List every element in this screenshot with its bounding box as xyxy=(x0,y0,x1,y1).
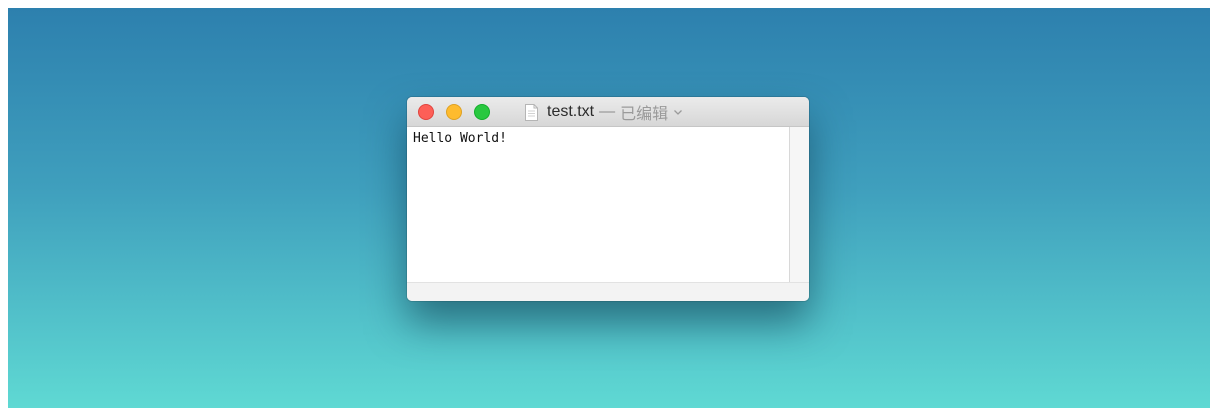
window-title-filename: test.txt xyxy=(547,103,595,120)
chevron-down-icon[interactable] xyxy=(673,108,683,116)
close-window-button[interactable] xyxy=(418,104,434,120)
textedit-window: test.txt — 已编辑 Hello World! xyxy=(407,97,809,301)
title-bar[interactable]: test.txt — 已编辑 xyxy=(407,97,809,127)
horizontal-scrollbar[interactable] xyxy=(407,282,809,301)
window-title-separator: — xyxy=(599,103,616,120)
vertical-scrollbar[interactable] xyxy=(790,127,809,282)
window-title[interactable]: test.txt — 已编辑 xyxy=(525,97,683,127)
text-editor-area[interactable]: Hello World! xyxy=(407,127,790,282)
desktop-background: test.txt — 已编辑 Hello World! xyxy=(8,8,1210,408)
document-icon xyxy=(525,103,538,121)
maximize-window-button[interactable] xyxy=(474,104,490,120)
minimize-window-button[interactable] xyxy=(446,104,462,120)
window-title-status: 已编辑 xyxy=(620,106,669,123)
document-text[interactable]: Hello World! xyxy=(413,131,507,146)
